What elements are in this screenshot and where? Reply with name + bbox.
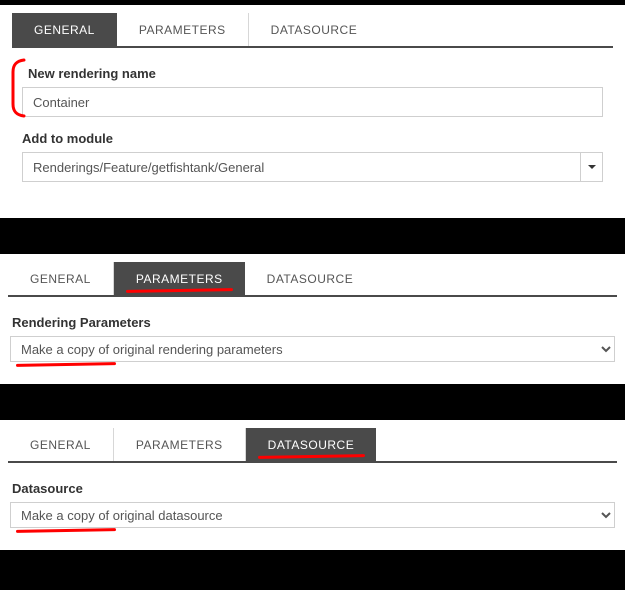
rendering-name-field: New rendering name — [22, 66, 603, 117]
rendering-name-label: New rendering name — [22, 66, 603, 81]
rendering-name-input[interactable] — [22, 87, 603, 117]
datasource-label: Datasource — [10, 481, 615, 496]
caret-down-icon — [588, 165, 596, 169]
rendering-parameters-select[interactable]: Make a copy of original rendering parame… — [10, 336, 615, 362]
tab-parameters-2[interactable]: PARAMETERS — [114, 262, 245, 295]
parameters-panel: GENERAL PARAMETERS DATASOURCE Rendering … — [0, 254, 625, 384]
tab-parameters-3[interactable]: PARAMETERS — [114, 428, 246, 461]
add-to-module-value[interactable]: Renderings/Feature/getfishtank/General — [22, 152, 581, 182]
add-to-module-label: Add to module — [22, 131, 603, 146]
datasource-field: Datasource Make a copy of original datas… — [10, 481, 615, 528]
tab-bar-2: GENERAL PARAMETERS DATASOURCE — [8, 262, 617, 297]
datasource-panel: GENERAL PARAMETERS DATASOURCE Datasource… — [0, 420, 625, 550]
tab-datasource[interactable]: DATASOURCE — [249, 13, 380, 46]
rendering-parameters-field: Rendering Parameters Make a copy of orig… — [10, 315, 615, 362]
add-to-module-dropdown-button[interactable] — [581, 152, 603, 182]
tab-datasource-2[interactable]: DATASOURCE — [245, 262, 376, 295]
tab-bar: GENERAL PARAMETERS DATASOURCE — [12, 13, 613, 48]
tab-general-2[interactable]: GENERAL — [8, 262, 114, 295]
tab-general-3[interactable]: GENERAL — [8, 428, 114, 461]
red-underline-annotation — [16, 362, 116, 367]
red-underline-annotation-2 — [16, 528, 116, 533]
general-panel: GENERAL PARAMETERS DATASOURCE New render… — [0, 5, 625, 218]
add-to-module-field: Add to module Renderings/Feature/getfish… — [22, 131, 603, 182]
tab-bar-3: GENERAL PARAMETERS DATASOURCE — [8, 428, 617, 463]
tab-datasource-3[interactable]: DATASOURCE — [246, 428, 377, 461]
tab-parameters[interactable]: PARAMETERS — [117, 13, 249, 46]
tab-general[interactable]: GENERAL — [12, 13, 117, 46]
datasource-select[interactable]: Make a copy of original datasource — [10, 502, 615, 528]
rendering-parameters-label: Rendering Parameters — [10, 315, 615, 330]
